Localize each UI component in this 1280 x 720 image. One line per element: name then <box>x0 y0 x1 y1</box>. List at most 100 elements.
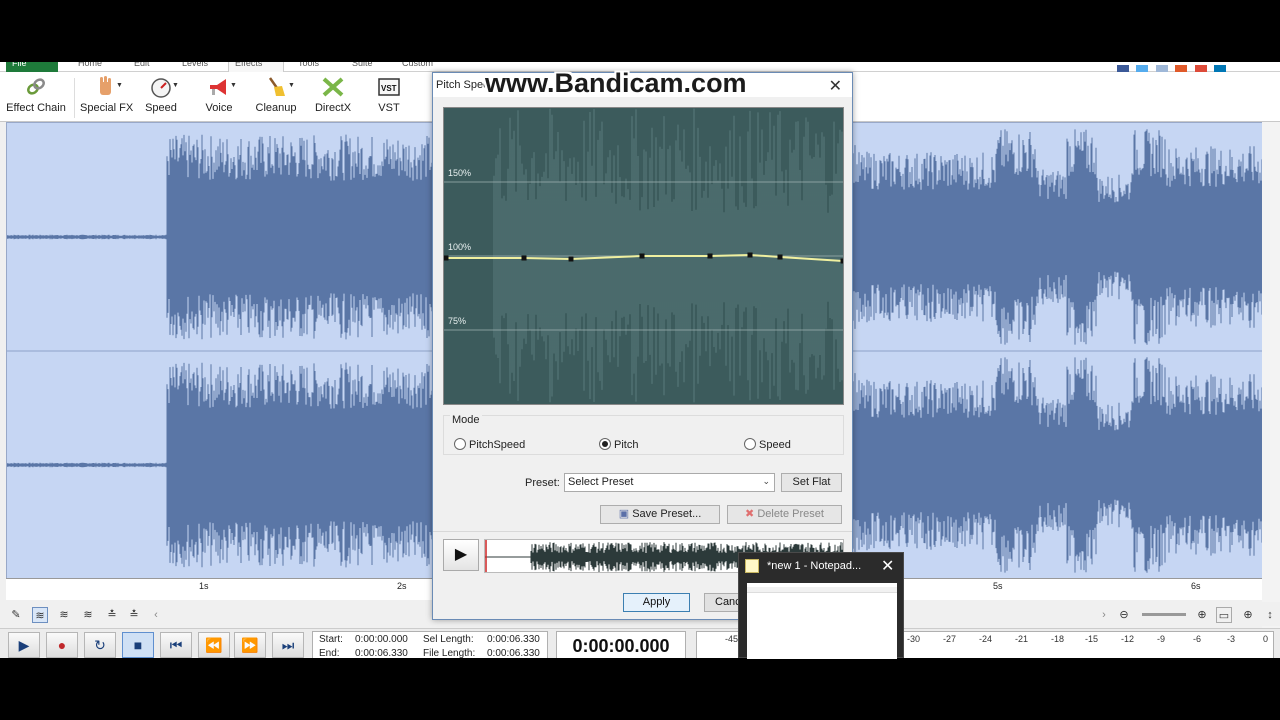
meter-label: -45 <box>725 634 739 644</box>
zoom-slider[interactable] <box>1142 613 1186 616</box>
stop-button[interactable]: ■ <box>122 632 154 658</box>
apply-button[interactable]: Apply <box>623 593 690 612</box>
zoom-fit-icon[interactable]: ▭ <box>1216 607 1232 623</box>
close-icon[interactable]: ✕ <box>881 556 894 576</box>
record-button[interactable]: ● <box>46 632 78 658</box>
delete-preset-button[interactable]: ✖ Delete Preset <box>727 505 842 524</box>
tab-custom[interactable]: Custom <box>396 62 439 72</box>
tab-levels[interactable]: Levels <box>176 62 214 72</box>
end-value: 0:00:06.330 <box>355 648 408 658</box>
notepad-thumbnail[interactable]: *new 1 - Notepad... ✕ <box>738 552 904 659</box>
skip-end-button[interactable]: ⏭ <box>272 632 304 658</box>
speed-label: Speed <box>145 102 177 114</box>
meter-label: -24 <box>979 634 993 644</box>
start-label: Start: <box>319 634 343 645</box>
directx-button[interactable]: DirectX <box>310 76 356 120</box>
meter-label: -30 <box>907 634 921 644</box>
cleanup-label: Cleanup <box>255 102 297 114</box>
skip-start-button[interactable]: ⏮ <box>160 632 192 658</box>
tab-suite[interactable]: Suite <box>346 62 379 72</box>
pitch-envelope-graph[interactable]: 150% 100% 75% <box>443 107 844 405</box>
bandicam-watermark: www.Bandicam.com <box>485 68 747 98</box>
special-fx-button[interactable]: Special FX ▼ <box>80 76 134 120</box>
mode-speed-radio[interactable]: Speed <box>744 438 791 451</box>
tab-home[interactable]: Home <box>72 62 108 72</box>
mode-speed-label: Speed <box>759 439 791 451</box>
fast-forward-button[interactable]: ⏩ <box>234 632 266 658</box>
graph-label-75: 75% <box>448 316 467 326</box>
preset-select[interactable]: Select Preset ⌄ <box>564 473 775 492</box>
time-display: 0:00:00.000 <box>556 631 686 658</box>
zoom-out-icon[interactable]: ⊖ <box>1116 607 1132 623</box>
tab-file[interactable]: File <box>6 62 58 72</box>
chevron-down-icon: ▼ <box>288 82 295 89</box>
close-icon[interactable]: ✕ <box>829 76 842 96</box>
tab-tools[interactable]: Tools <box>292 62 325 72</box>
zoom-vertical-icon[interactable]: ↕ <box>1262 607 1278 623</box>
chevron-left-icon[interactable]: ‹ <box>148 607 164 623</box>
spectral-view-icon[interactable]: ≋ <box>56 607 72 623</box>
vst-label: VST <box>378 102 400 114</box>
notepad-preview-menubar <box>747 587 897 593</box>
delete-preset-label: Delete Preset <box>757 508 824 520</box>
effect-chain-button[interactable]: Effect Chain <box>6 76 66 120</box>
chevron-right-icon[interactable]: › <box>1096 607 1112 623</box>
save-preset-button[interactable]: ▣ Save Preset... <box>600 505 720 524</box>
chevron-down-icon: ⌄ <box>762 476 770 486</box>
rewind-button[interactable]: ⏪ <box>198 632 230 658</box>
hand-icon <box>100 76 111 95</box>
broom-icon <box>268 77 285 96</box>
cleanup-button[interactable]: Cleanup ▼ <box>252 76 300 120</box>
zoom-in-icon[interactable]: ⊕ <box>1194 607 1210 623</box>
ruler-label: 6s <box>1191 581 1201 591</box>
sel-length-label: Sel Length: <box>423 634 474 645</box>
meter-label: -12 <box>1121 634 1135 644</box>
save-preset-label: Save Preset... <box>632 508 702 520</box>
megaphone-icon <box>210 79 226 95</box>
preset-label: Preset: <box>525 477 560 489</box>
notepad-icon <box>745 559 759 573</box>
meter-label: -6 <box>1193 634 1202 644</box>
tab-edit[interactable]: Edit <box>128 62 156 72</box>
speed-button[interactable]: Speed ▼ <box>138 76 184 120</box>
speedometer-icon <box>151 78 171 98</box>
social-icons <box>1114 62 1226 73</box>
notepad-preview <box>747 583 897 659</box>
loop-button[interactable]: ↻ <box>84 632 116 658</box>
dialog-divider <box>433 531 852 532</box>
waveform-view-icon[interactable]: ≋ <box>32 607 48 623</box>
radio-icon <box>744 438 756 450</box>
envelope-point <box>639 253 645 259</box>
meter-label: -21 <box>1015 634 1029 644</box>
directx-icon <box>322 77 344 97</box>
set-flat-button[interactable]: Set Flat <box>781 473 842 492</box>
pencil-icon[interactable]: ✎ <box>8 607 24 623</box>
chain-icon <box>27 78 45 95</box>
svg-text:VST: VST <box>381 84 397 93</box>
level-down-icon[interactable]: ≛ <box>126 607 142 623</box>
play-button[interactable]: ▶ <box>8 632 40 658</box>
radio-icon <box>454 438 466 450</box>
amplitude-icon[interactable]: ≋ <box>80 607 96 623</box>
envelope-point <box>777 254 783 260</box>
notepad-title: *new 1 - Notepad... <box>767 560 862 572</box>
file-length-value: 0:00:06.330 <box>487 648 540 658</box>
preview-play-button[interactable]: ▶ <box>443 539 479 571</box>
mode-pitchspeed-radio[interactable]: PitchSpeed <box>454 438 525 451</box>
special-fx-label: Special FX <box>80 102 134 114</box>
delete-x-icon: ✖ <box>745 508 755 520</box>
mode-pitch-radio[interactable]: Pitch <box>599 438 638 451</box>
vst-button[interactable]: VST VST <box>368 76 410 120</box>
tab-effects[interactable]: Effects <box>228 62 284 72</box>
zoom-selection-icon[interactable]: ⊕ <box>1240 607 1256 623</box>
ruler-label: 5s <box>993 581 1003 591</box>
meter-label: 0 <box>1263 634 1269 644</box>
level-icon[interactable]: ≛ <box>104 607 120 623</box>
vertical-zoom-panel[interactable] <box>1262 122 1280 658</box>
preset-value: Select Preset <box>568 476 634 488</box>
voice-button[interactable]: Voice ▼ <box>196 76 242 120</box>
envelope-point <box>747 252 753 258</box>
file-length-label: File Length: <box>423 648 476 658</box>
meter-label: -3 <box>1227 634 1236 644</box>
toolbar-divider <box>74 78 75 118</box>
